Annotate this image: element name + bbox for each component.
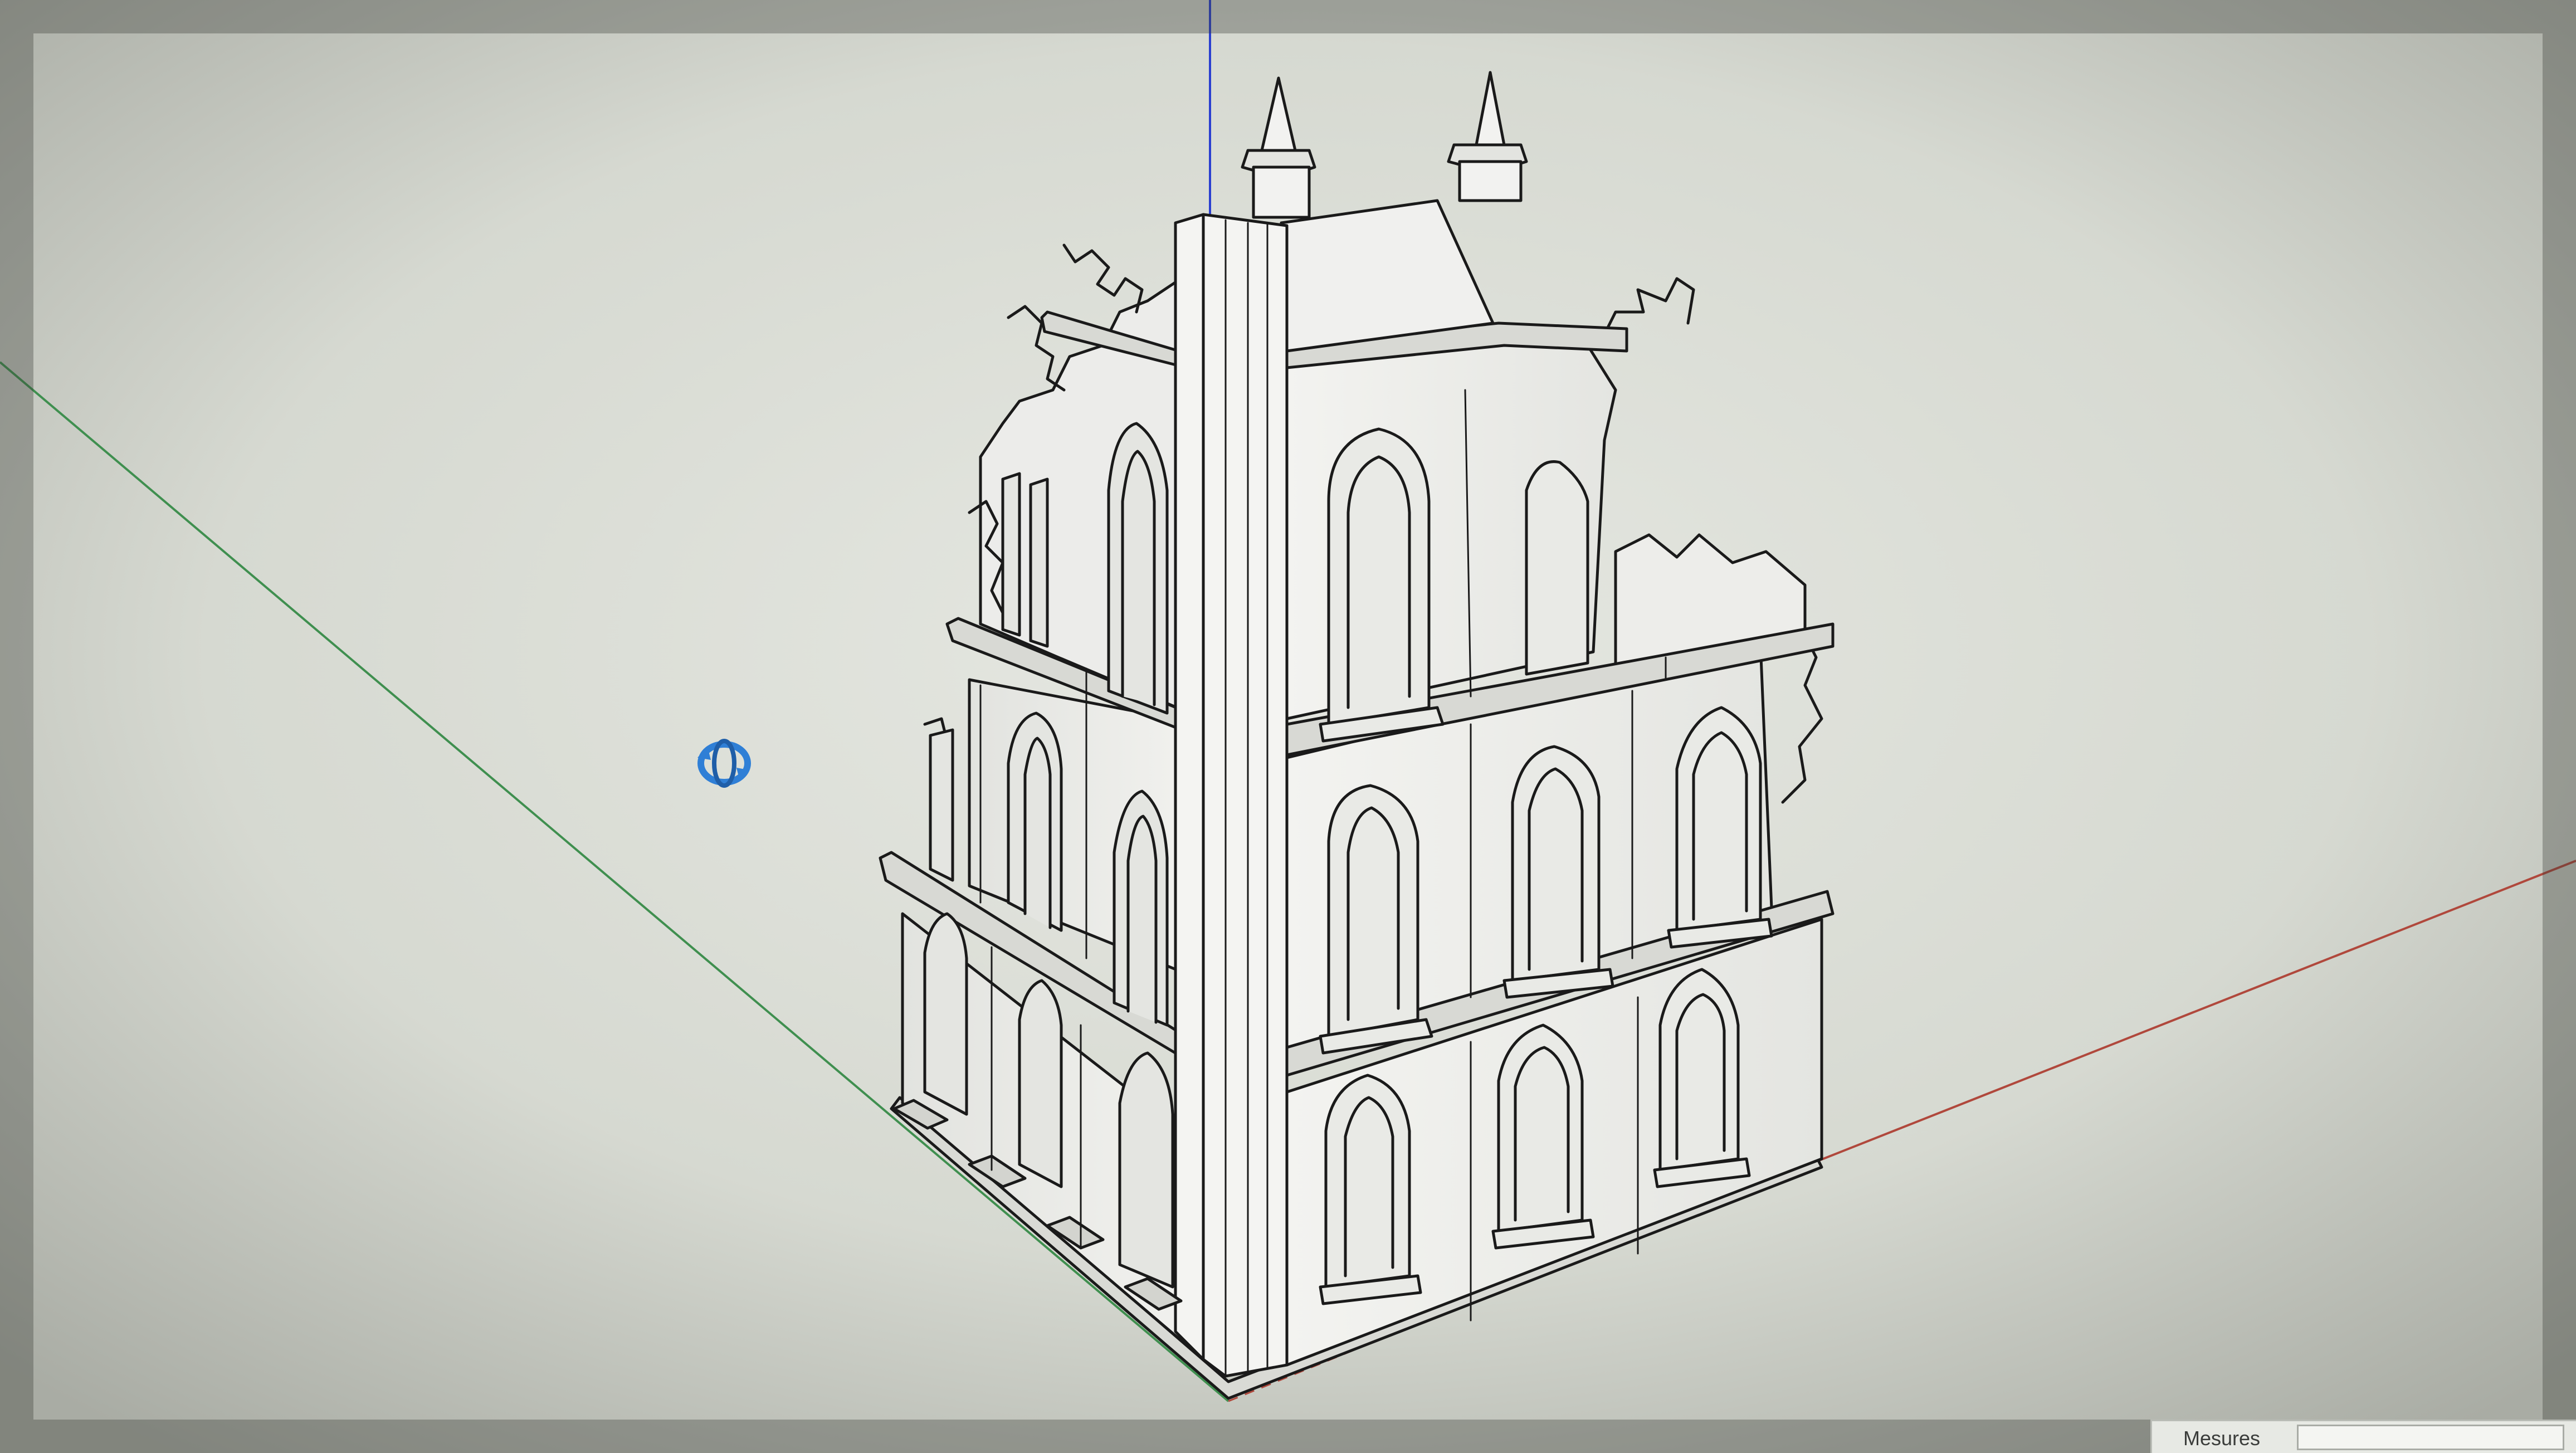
sketchup-3d-viewport[interactable] bbox=[0, 0, 2576, 1453]
measurements-label: Mesures bbox=[2183, 1427, 2261, 1450]
status-bar: Mesures bbox=[2150, 1420, 2576, 1453]
measurements-input[interactable] bbox=[2297, 1425, 2564, 1450]
computer-screen-photo: Mesures bbox=[0, 0, 2576, 1453]
corner-pillar bbox=[1174, 213, 1289, 1378]
